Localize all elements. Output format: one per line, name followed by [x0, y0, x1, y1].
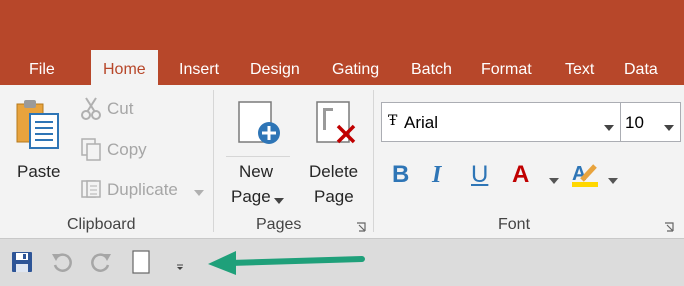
tab-file[interactable]: File — [29, 60, 55, 80]
font-name-dropdown-icon[interactable] — [604, 119, 614, 137]
redo-icon — [91, 253, 111, 272]
tab-format[interactable]: Format — [481, 60, 532, 80]
new-page-split-line — [226, 156, 290, 157]
save-button[interactable] — [10, 250, 34, 274]
paste-label[interactable]: Paste — [17, 162, 60, 182]
duplicate-dropdown-icon[interactable] — [194, 184, 204, 196]
font-dialog-launcher-icon[interactable] — [664, 219, 674, 232]
font-name-value: Arial — [404, 113, 439, 132]
group-separator — [373, 90, 374, 232]
delete-page-label[interactable]: Delete — [309, 162, 358, 182]
font-size-select[interactable]: 10 — [620, 102, 681, 142]
copy-button[interactable]: Copy — [107, 140, 147, 160]
tab-data[interactable]: Data — [624, 60, 658, 80]
highlight-button[interactable]: A — [570, 160, 600, 188]
cut-button[interactable]: Cut — [107, 99, 133, 119]
tab-design[interactable]: Design — [250, 60, 300, 80]
highlight-dropdown-icon[interactable] — [608, 172, 618, 184]
bold-button[interactable]: B — [392, 162, 409, 188]
redo-button[interactable] — [89, 250, 113, 274]
save-icon — [12, 252, 32, 272]
font-color-dropdown-icon[interactable] — [549, 172, 559, 184]
font-size-value: 10 — [625, 113, 644, 132]
cut-icon — [80, 96, 102, 120]
new-page-icon — [238, 101, 280, 144]
font-color-button[interactable]: A — [512, 162, 529, 188]
new-page-label-2[interactable]: Page — [231, 187, 271, 207]
duplicate-button[interactable]: Duplicate — [107, 180, 178, 200]
delete-page-label-2[interactable]: Page — [314, 187, 354, 207]
customize-toolbar-icon[interactable] — [176, 258, 184, 270]
tab-batch[interactable]: Batch — [411, 60, 452, 80]
paste-icon — [16, 100, 59, 149]
font-size-dropdown-icon[interactable] — [664, 119, 674, 137]
annotation-arrow-icon — [204, 246, 366, 276]
new-page-button[interactable] — [236, 100, 284, 148]
tab-home[interactable]: Home — [91, 50, 158, 86]
paste-button[interactable] — [14, 98, 62, 154]
font-name-select[interactable]: Ŧ Arial — [381, 102, 621, 142]
new-page-label[interactable]: New — [239, 162, 273, 182]
group-separator — [213, 90, 214, 232]
tab-insert[interactable]: Insert — [179, 60, 219, 80]
copy-icon — [80, 137, 102, 161]
pages-dialog-launcher-icon[interactable] — [356, 219, 366, 232]
tab-text[interactable]: Text — [565, 60, 594, 80]
highlighter-icon: A — [572, 163, 598, 187]
blank-page-icon — [132, 250, 150, 274]
group-label-font: Font — [498, 216, 531, 233]
truetype-icon: Ŧ — [388, 113, 398, 129]
undo-icon — [52, 253, 72, 272]
tab-gating[interactable]: Gating — [332, 60, 379, 80]
new-document-button[interactable] — [131, 249, 151, 275]
delete-page-icon — [316, 101, 356, 144]
underline-button[interactable]: U — [471, 162, 488, 188]
undo-button[interactable] — [50, 250, 74, 274]
new-page-dropdown-icon[interactable] — [274, 192, 284, 204]
italic-button[interactable]: I — [432, 162, 441, 188]
group-label-pages: Pages — [256, 216, 302, 233]
delete-page-button[interactable] — [314, 100, 362, 148]
duplicate-icon — [80, 177, 102, 201]
group-label-clipboard: Clipboard — [67, 216, 136, 233]
